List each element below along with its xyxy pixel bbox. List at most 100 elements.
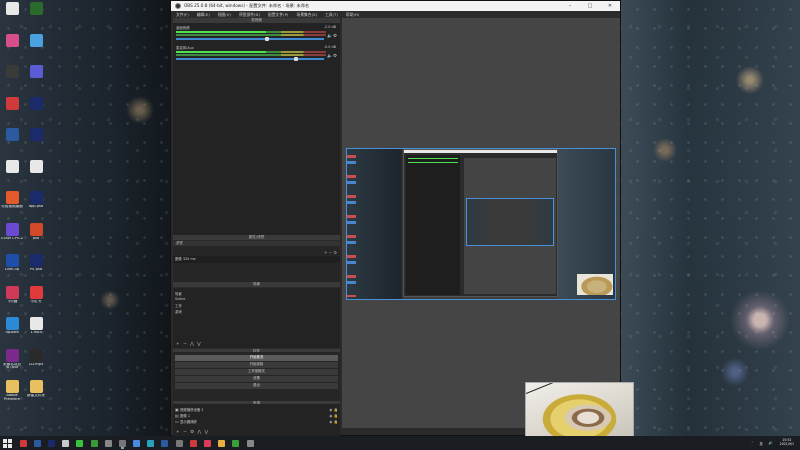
desktop-icon-label: TuDown bbox=[4, 331, 20, 334]
menu-item[interactable]: 停靠部件(D) bbox=[239, 12, 260, 18]
taskbar-search-icon[interactable] bbox=[19, 439, 27, 447]
desktop-icon[interactable]: 飞行器 bbox=[0, 285, 24, 304]
desktop-icon[interactable] bbox=[0, 159, 24, 174]
clock[interactable]: 15:52 2021/9/1 bbox=[780, 439, 794, 446]
taskbar-app2-icon[interactable] bbox=[189, 439, 197, 447]
desktop-icon[interactable] bbox=[24, 128, 48, 142]
menu-item[interactable]: 文件(F) bbox=[176, 12, 189, 18]
taskbar-app5-icon[interactable] bbox=[246, 439, 254, 447]
minimize-icon[interactable]: – bbox=[560, 3, 580, 9]
desktop-icon[interactable]: 小红书 bbox=[24, 285, 48, 304]
taskbar-folder-icon[interactable] bbox=[218, 439, 226, 447]
preview-area[interactable]: LIVE: 00:00:00 REC: 00:00:00 CPU: 12.0%,… bbox=[342, 18, 620, 433]
stream-preview[interactable] bbox=[346, 148, 616, 300]
desktop-icon[interactable] bbox=[0, 2, 24, 16]
control-button[interactable]: 工作室模式 bbox=[175, 369, 338, 375]
taskbar-dots-icon[interactable] bbox=[104, 439, 112, 447]
source-item[interactable]: ▤ 图像 1 ◉ 🔒 bbox=[175, 413, 338, 418]
desktop-icon[interactable] bbox=[0, 128, 24, 142]
filter-tools[interactable]: + − ⚙ bbox=[324, 250, 337, 255]
taskbar-app4-icon[interactable] bbox=[232, 439, 240, 447]
scene-item[interactable]: 游戏 bbox=[175, 309, 182, 314]
slider-knob[interactable] bbox=[265, 36, 270, 41]
desktop-icon[interactable]: 1.mp4 bbox=[24, 317, 48, 335]
desktop-icon[interactable]: psd bbox=[24, 222, 48, 241]
source-item[interactable]: ▭ 显示器捕获 ◉ 🔒 bbox=[175, 419, 338, 424]
filter-row[interactable]: 图像 320 ms bbox=[173, 256, 340, 263]
menu-item[interactable]: 编辑(E) bbox=[197, 12, 210, 18]
taskbar-pen-icon[interactable] bbox=[62, 439, 70, 447]
app-icon bbox=[5, 222, 19, 236]
desktop-icon[interactable]: 新建文件夹 bbox=[24, 380, 48, 398]
control-button[interactable]: 开始录制 bbox=[175, 362, 338, 368]
desktop-icon[interactable]: CD.mp4 bbox=[24, 348, 48, 367]
source-tools[interactable]: + − ⚙ ⋀ ⋁ bbox=[176, 430, 209, 435]
visibility-lock-icons[interactable]: ◉ 🔒 bbox=[329, 414, 338, 418]
desktop-icon[interactable]: 火焰视频桌面 bbox=[0, 191, 24, 209]
speaker-icon[interactable]: 🔈⚙ bbox=[327, 34, 337, 39]
menu-item[interactable]: 工具(T) bbox=[325, 12, 338, 18]
close-icon[interactable]: ✕ bbox=[600, 3, 620, 9]
controls-panel: 开始推流 开始录制 工作室模式 设置 退出 bbox=[173, 352, 340, 402]
visibility-lock-icons[interactable]: ◉ 🔒 bbox=[329, 408, 338, 412]
app-icon bbox=[29, 2, 43, 15]
maximize-icon[interactable]: □ bbox=[580, 3, 600, 9]
desktop-icon[interactable] bbox=[24, 2, 48, 16]
scene-item[interactable]: 场景 bbox=[175, 291, 182, 296]
filters-title: 属性/滤镜 bbox=[173, 235, 340, 240]
scene-item[interactable]: 工作 bbox=[175, 303, 182, 308]
desktop-icon[interactable] bbox=[24, 159, 48, 174]
obs-titlebar[interactable]: OBS 25.0.8 (64-bit, windows) - 配置文件: 未命名… bbox=[171, 1, 620, 11]
taskbar-app-icon[interactable] bbox=[175, 439, 183, 447]
tray-icon[interactable]: 🔊 bbox=[769, 441, 773, 445]
desktop-icon[interactable] bbox=[0, 33, 24, 48]
scene-item[interactable]: Scène bbox=[175, 297, 185, 301]
taskbar-obs-icon[interactable] bbox=[118, 439, 126, 447]
desktop-icon-label: LiveClip bbox=[4, 268, 20, 271]
menu-item[interactable]: 帮助(H) bbox=[346, 12, 359, 18]
menu-item[interactable]: 视图(V) bbox=[218, 12, 231, 18]
control-button[interactable]: 开始推流 bbox=[175, 355, 338, 361]
desktop-icon[interactable]: LiveClip bbox=[0, 254, 24, 272]
control-button[interactable]: 设置 bbox=[175, 376, 338, 382]
taskbar-wechat-icon[interactable] bbox=[90, 439, 98, 447]
taskbar-chat-icon[interactable] bbox=[76, 439, 84, 447]
desktop-icon[interactable] bbox=[0, 96, 24, 111]
menu-item[interactable]: 配置文件(P) bbox=[268, 12, 288, 18]
start-button[interactable] bbox=[3, 438, 12, 448]
taskbar-ps-icon[interactable] bbox=[33, 439, 41, 447]
filters-tab[interactable]: 滤镜 bbox=[173, 241, 340, 246]
desktop-icon[interactable] bbox=[24, 65, 48, 79]
volume-meter bbox=[176, 51, 326, 53]
tray-icon[interactable]: 英 bbox=[760, 441, 763, 446]
speaker-icon[interactable]: 🔈⚙ bbox=[327, 54, 337, 59]
volume-slider[interactable] bbox=[176, 36, 324, 41]
taskbar-ps2-icon[interactable] bbox=[161, 439, 169, 447]
slider-knob[interactable] bbox=[294, 56, 299, 61]
control-button[interactable]: 退出 bbox=[175, 383, 338, 389]
desktop-icon[interactable]: Adobe Premiere bbox=[0, 380, 24, 402]
source-item[interactable]: ▣ 视频捕获设备 2 ◉ 🔒 bbox=[175, 407, 338, 412]
preview-nested bbox=[464, 158, 556, 294]
desktop-icon[interactable]: TuDown bbox=[0, 317, 24, 335]
desktop-icon-label: 未命名项目 (8).psd bbox=[3, 362, 21, 370]
source-name: 图像 1 bbox=[180, 414, 191, 418]
volume-slider[interactable] bbox=[176, 56, 324, 61]
scene-tools[interactable]: + − ⋀ ⋁ bbox=[176, 342, 202, 347]
menu-item[interactable]: 场景集合(S) bbox=[296, 12, 317, 18]
taskbar-edge-icon[interactable] bbox=[147, 439, 155, 447]
desktop-icon[interactable] bbox=[0, 65, 24, 79]
desktop-icon[interactable]: 未命名项目 (8).psd bbox=[0, 348, 24, 371]
desktop-icon[interactable] bbox=[24, 96, 48, 111]
preview-webcam-thumb bbox=[577, 274, 613, 295]
app-icon bbox=[5, 65, 19, 78]
desktop-icon[interactable]: PS psd bbox=[24, 254, 48, 272]
desktop-icon[interactable]: GTAVI CPU-Z bbox=[0, 222, 24, 241]
taskbar-chrome-icon[interactable] bbox=[133, 439, 141, 447]
tray-icon[interactable]: ⌃ bbox=[751, 441, 754, 445]
visibility-lock-icons[interactable]: ◉ 🔒 bbox=[329, 420, 338, 424]
desktop-icon[interactable]: app.psd bbox=[24, 191, 48, 209]
taskbar-app3-icon[interactable] bbox=[204, 439, 212, 447]
taskbar-photoshop-icon[interactable] bbox=[47, 439, 55, 447]
desktop-icon[interactable] bbox=[24, 33, 48, 48]
